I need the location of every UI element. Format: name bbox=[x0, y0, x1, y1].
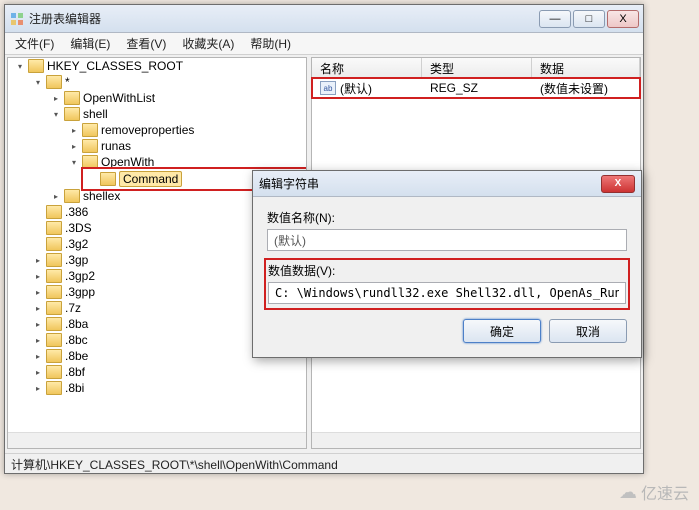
value-name: (默认) bbox=[340, 80, 372, 97]
folder-icon bbox=[46, 205, 62, 219]
col-type[interactable]: 类型 bbox=[422, 58, 532, 77]
folder-icon bbox=[100, 172, 116, 186]
dialog-titlebar: 编辑字符串 X bbox=[253, 171, 641, 197]
folder-icon bbox=[64, 91, 80, 105]
expander-icon[interactable]: ▸ bbox=[32, 302, 44, 314]
tree-node-openwith[interactable]: ▾OpenWith bbox=[66, 154, 306, 170]
col-name[interactable]: 名称 bbox=[312, 58, 422, 77]
tree-label: HKEY_CLASSES_ROOT bbox=[47, 59, 183, 73]
values-scrollbar[interactable] bbox=[312, 432, 640, 448]
expander-icon[interactable]: ▾ bbox=[14, 60, 26, 72]
dialog-close-button[interactable]: X bbox=[601, 175, 635, 193]
statusbar-path: 计算机\HKEY_CLASSES_ROOT\*\shell\OpenWith\C… bbox=[11, 458, 338, 472]
tree-node-openwithlist[interactable]: ▸OpenWithList bbox=[48, 90, 306, 106]
expander-icon[interactable]: ▸ bbox=[32, 382, 44, 394]
statusbar: 计算机\HKEY_CLASSES_ROOT\*\shell\OpenWith\C… bbox=[5, 453, 643, 473]
watermark-text: 亿速云 bbox=[641, 480, 689, 504]
value-type: REG_SZ bbox=[422, 79, 532, 97]
folder-icon bbox=[46, 221, 62, 235]
folder-icon bbox=[64, 189, 80, 203]
expander-icon[interactable]: ▸ bbox=[32, 318, 44, 330]
expander-icon[interactable]: ▸ bbox=[32, 350, 44, 362]
expander-icon[interactable]: ▸ bbox=[50, 190, 62, 202]
expander-spacer bbox=[32, 238, 44, 250]
folder-icon bbox=[82, 123, 98, 137]
ok-button[interactable]: 确定 bbox=[463, 319, 541, 343]
col-data[interactable]: 数据 bbox=[532, 58, 640, 77]
value-name-field[interactable] bbox=[267, 229, 627, 251]
folder-icon bbox=[82, 139, 98, 153]
cloud-icon: ☁ bbox=[619, 482, 637, 503]
expander-icon[interactable]: ▾ bbox=[50, 108, 62, 120]
menu-help[interactable]: 帮助(H) bbox=[242, 33, 299, 54]
app-icon bbox=[9, 11, 25, 27]
folder-icon bbox=[28, 59, 44, 73]
values-header: 名称 类型 数据 bbox=[312, 58, 640, 78]
edit-string-dialog: 编辑字符串 X 数值名称(N): 数值数据(V): 确定 取消 bbox=[252, 170, 642, 358]
expander-spacer bbox=[86, 173, 98, 185]
tree-scrollbar[interactable] bbox=[8, 432, 306, 448]
expander-icon[interactable]: ▸ bbox=[32, 270, 44, 282]
value-row-default[interactable]: ab (默认) REG_SZ (数值未设置) bbox=[312, 78, 640, 98]
dialog-buttons: 确定 取消 bbox=[267, 319, 627, 343]
watermark: ☁ 亿速云 bbox=[619, 480, 689, 504]
value-data-field[interactable] bbox=[268, 282, 626, 304]
folder-icon bbox=[82, 155, 98, 169]
tree-root[interactable]: ▾ HKEY_CLASSES_ROOT bbox=[12, 58, 306, 74]
expander-icon[interactable]: ▸ bbox=[32, 254, 44, 266]
expander-icon[interactable]: ▸ bbox=[50, 92, 62, 104]
folder-icon bbox=[46, 237, 62, 251]
expander-icon[interactable]: ▾ bbox=[32, 76, 44, 88]
close-button[interactable]: X bbox=[607, 10, 639, 28]
menu-edit[interactable]: 编辑(E) bbox=[62, 33, 118, 54]
tree-node-8bi[interactable]: ▸.8bi bbox=[30, 380, 306, 396]
folder-icon bbox=[46, 333, 62, 347]
dialog-body: 数值名称(N): 数值数据(V): 确定 取消 bbox=[253, 197, 641, 357]
expander-spacer bbox=[32, 206, 44, 218]
menu-favorites[interactable]: 收藏夹(A) bbox=[174, 33, 242, 54]
minimize-button[interactable]: — bbox=[539, 10, 571, 28]
window-title: 注册表编辑器 bbox=[29, 10, 537, 27]
titlebar: 注册表编辑器 — □ X bbox=[5, 5, 643, 33]
value-name-label: 数值名称(N): bbox=[267, 209, 627, 226]
folder-icon bbox=[46, 269, 62, 283]
expander-icon[interactable]: ▸ bbox=[68, 124, 80, 136]
folder-icon bbox=[46, 381, 62, 395]
cancel-button[interactable]: 取消 bbox=[549, 319, 627, 343]
folder-icon bbox=[46, 285, 62, 299]
menu-file[interactable]: 文件(F) bbox=[7, 33, 62, 54]
string-value-icon: ab bbox=[320, 81, 336, 95]
folder-icon bbox=[46, 317, 62, 331]
value-data: (数值未设置) bbox=[532, 78, 640, 99]
folder-icon bbox=[46, 365, 62, 379]
folder-icon bbox=[46, 75, 62, 89]
folder-icon bbox=[64, 107, 80, 121]
expander-spacer bbox=[32, 222, 44, 234]
tree-selected-label: Command bbox=[119, 171, 182, 187]
expander-icon[interactable]: ▸ bbox=[32, 334, 44, 346]
dialog-title: 编辑字符串 bbox=[259, 175, 601, 192]
folder-icon bbox=[46, 253, 62, 267]
tree-node-removeproperties[interactable]: ▸removeproperties bbox=[66, 122, 306, 138]
menu-view[interactable]: 查看(V) bbox=[118, 33, 174, 54]
maximize-button[interactable]: □ bbox=[573, 10, 605, 28]
value-data-label: 数值数据(V): bbox=[268, 262, 626, 279]
folder-icon bbox=[46, 301, 62, 315]
expander-icon[interactable]: ▾ bbox=[68, 156, 80, 168]
tree-node-8bf[interactable]: ▸.8bf bbox=[30, 364, 306, 380]
tree-node-star[interactable]: ▾ * bbox=[30, 74, 306, 90]
tree-node-shell[interactable]: ▾shell bbox=[48, 106, 306, 122]
window-buttons: — □ X bbox=[537, 10, 639, 28]
expander-icon[interactable]: ▸ bbox=[32, 366, 44, 378]
menubar: 文件(F) 编辑(E) 查看(V) 收藏夹(A) 帮助(H) bbox=[5, 33, 643, 55]
expander-icon[interactable]: ▸ bbox=[68, 140, 80, 152]
expander-icon[interactable]: ▸ bbox=[32, 286, 44, 298]
tree-node-runas[interactable]: ▸runas bbox=[66, 138, 306, 154]
folder-icon bbox=[46, 349, 62, 363]
